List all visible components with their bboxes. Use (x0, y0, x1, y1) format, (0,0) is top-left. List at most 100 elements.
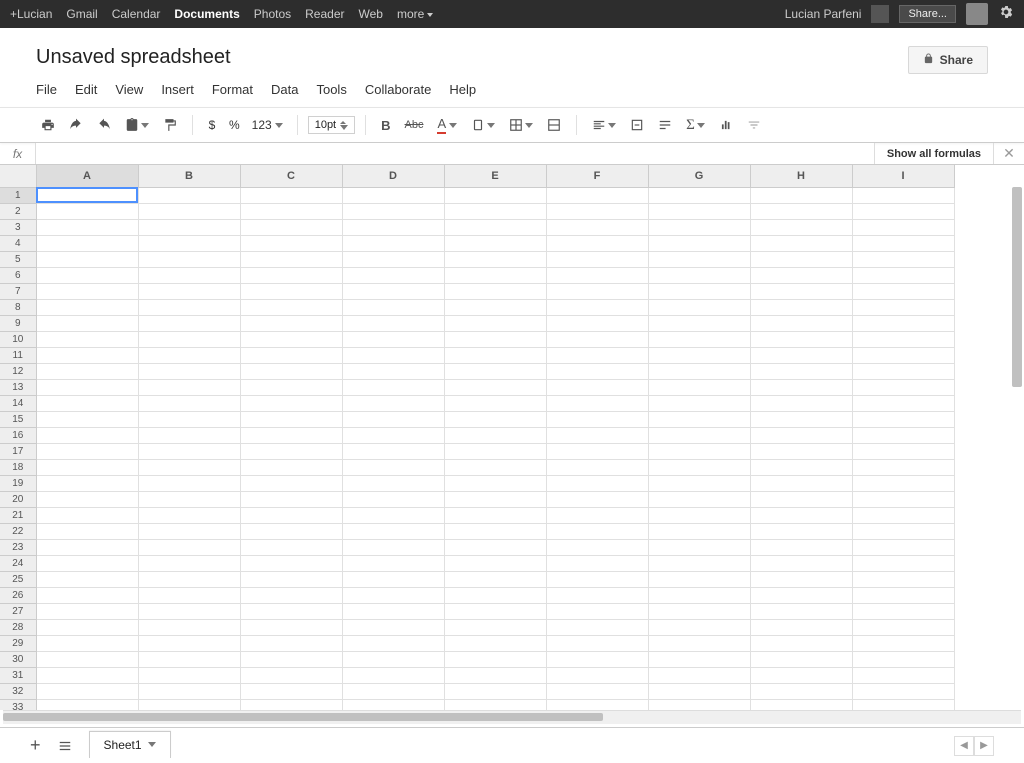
row-header[interactable]: 8 (0, 299, 36, 315)
cell[interactable] (138, 699, 240, 710)
cell[interactable] (444, 443, 546, 459)
cell[interactable] (36, 475, 138, 491)
cell[interactable] (444, 187, 546, 203)
cell[interactable] (546, 459, 648, 475)
cell[interactable] (546, 571, 648, 587)
cell[interactable] (750, 539, 852, 555)
cell[interactable] (546, 299, 648, 315)
cell[interactable] (342, 187, 444, 203)
cell[interactable] (342, 363, 444, 379)
cell[interactable] (342, 219, 444, 235)
cell[interactable] (648, 571, 750, 587)
cell[interactable] (648, 683, 750, 699)
row-header[interactable]: 7 (0, 283, 36, 299)
row-header[interactable]: 32 (0, 683, 36, 699)
cell[interactable] (546, 331, 648, 347)
row-header[interactable]: 6 (0, 267, 36, 283)
cell[interactable] (546, 203, 648, 219)
cell[interactable] (342, 347, 444, 363)
column-header[interactable]: C (240, 165, 342, 187)
row-header[interactable]: 2 (0, 203, 36, 219)
cell[interactable] (342, 283, 444, 299)
cell[interactable] (342, 443, 444, 459)
cell[interactable] (36, 635, 138, 651)
top-nav-lucian[interactable]: +Lucian (10, 7, 52, 21)
cell[interactable] (546, 523, 648, 539)
cell[interactable] (852, 203, 954, 219)
cell[interactable] (750, 315, 852, 331)
cell[interactable] (750, 251, 852, 267)
cell[interactable] (852, 475, 954, 491)
cell[interactable] (138, 251, 240, 267)
cell[interactable] (852, 283, 954, 299)
cell[interactable] (36, 267, 138, 283)
cell[interactable] (546, 683, 648, 699)
cell[interactable] (444, 331, 546, 347)
doc-title[interactable]: Unsaved spreadsheet (36, 46, 231, 69)
cell[interactable] (648, 699, 750, 710)
cell[interactable] (852, 635, 954, 651)
cell[interactable] (750, 491, 852, 507)
cell[interactable] (852, 699, 954, 710)
functions-button[interactable]: Σ (681, 113, 710, 138)
cell[interactable] (342, 555, 444, 571)
cell[interactable] (240, 523, 342, 539)
cell[interactable] (36, 603, 138, 619)
cell[interactable] (546, 363, 648, 379)
cell[interactable] (750, 219, 852, 235)
cell[interactable] (36, 571, 138, 587)
cell[interactable] (240, 299, 342, 315)
cell[interactable] (750, 299, 852, 315)
cell[interactable] (546, 587, 648, 603)
column-header[interactable]: B (138, 165, 240, 187)
cell[interactable] (36, 459, 138, 475)
cell[interactable] (546, 251, 648, 267)
cell[interactable] (342, 491, 444, 507)
row-header[interactable]: 26 (0, 587, 36, 603)
menu-view[interactable]: View (115, 82, 143, 97)
cell[interactable] (138, 219, 240, 235)
cell[interactable] (240, 379, 342, 395)
cell[interactable] (138, 667, 240, 683)
row-header[interactable]: 30 (0, 651, 36, 667)
menu-edit[interactable]: Edit (75, 82, 97, 97)
row-header[interactable]: 16 (0, 427, 36, 443)
cell[interactable] (852, 411, 954, 427)
cell[interactable] (750, 267, 852, 283)
cell[interactable] (342, 603, 444, 619)
cell[interactable] (852, 683, 954, 699)
cell[interactable] (444, 283, 546, 299)
column-header[interactable]: I (852, 165, 954, 187)
cell[interactable] (444, 203, 546, 219)
cell[interactable] (648, 219, 750, 235)
cell[interactable] (852, 315, 954, 331)
cell[interactable] (138, 363, 240, 379)
row-header[interactable]: 19 (0, 475, 36, 491)
cell[interactable] (138, 459, 240, 475)
menu-collaborate[interactable]: Collaborate (365, 82, 432, 97)
tab-nav-right[interactable]: ▶ (974, 736, 994, 756)
top-nav-reader[interactable]: Reader (305, 7, 344, 21)
borders-button[interactable] (504, 114, 538, 136)
cell[interactable] (546, 603, 648, 619)
cell[interactable] (546, 267, 648, 283)
cell[interactable] (138, 507, 240, 523)
cell[interactable] (444, 507, 546, 523)
cell[interactable] (36, 411, 138, 427)
cell[interactable] (546, 539, 648, 555)
cell[interactable] (240, 459, 342, 475)
cell[interactable] (36, 619, 138, 635)
cell[interactable] (138, 187, 240, 203)
cell[interactable] (648, 651, 750, 667)
cell[interactable] (36, 187, 138, 203)
cell[interactable] (240, 507, 342, 523)
cell[interactable] (138, 491, 240, 507)
fill-color-button[interactable] (466, 114, 500, 136)
select-all-corner[interactable] (0, 165, 36, 187)
cell[interactable] (240, 475, 342, 491)
cell[interactable] (36, 235, 138, 251)
cell[interactable] (138, 267, 240, 283)
menu-data[interactable]: Data (271, 82, 298, 97)
cell[interactable] (852, 379, 954, 395)
cell[interactable] (546, 411, 648, 427)
